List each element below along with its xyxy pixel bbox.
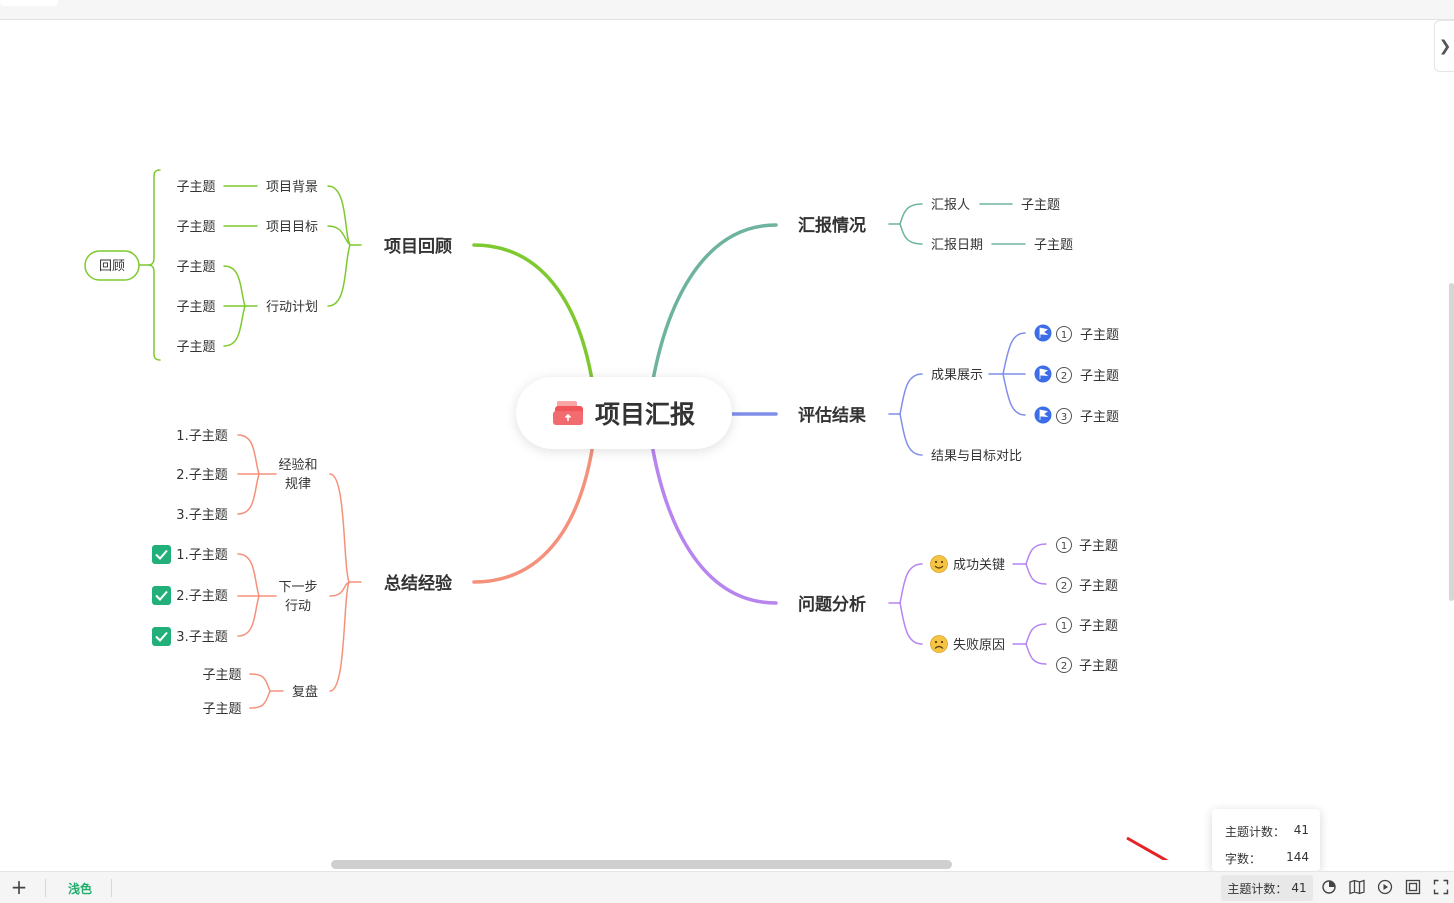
checked-checkbox-icon[interactable] bbox=[152, 586, 171, 605]
divider bbox=[111, 879, 112, 897]
vertical-scrollbar[interactable] bbox=[1449, 283, 1454, 601]
number-1-icon: 1 bbox=[1056, 617, 1072, 633]
word-count-tooltip: 主题计数： 41 字数： 144 bbox=[1212, 809, 1320, 871]
smile-emoji-icon bbox=[930, 555, 948, 573]
lesson-leaf[interactable]: 2.子主题 bbox=[176, 468, 227, 483]
review-leaf[interactable]: 子主题 bbox=[176, 180, 215, 195]
problems-leaf[interactable]: 子主题 bbox=[1079, 619, 1118, 634]
action-leaf[interactable]: 2.子主题 bbox=[176, 589, 227, 604]
branch-line-review bbox=[472, 243, 594, 382]
play-icon[interactable] bbox=[1377, 879, 1393, 895]
evaluation-leaf[interactable]: 子主题 bbox=[1080, 410, 1119, 425]
topic-report[interactable]: 汇报情况 bbox=[798, 215, 866, 236]
svg-text:1: 1 bbox=[1061, 541, 1067, 552]
side-panel-toggle[interactable]: ❯ bbox=[1434, 20, 1454, 72]
number-1-icon: 1 bbox=[1056, 537, 1072, 553]
flag-icon bbox=[1034, 406, 1052, 424]
subtopic-next-step-line1[interactable]: 下一步 bbox=[278, 580, 317, 595]
chevron-right-icon: ❯ bbox=[1438, 37, 1452, 55]
tooltip-topic-label: 主题计数： bbox=[1225, 825, 1286, 839]
red-arrow-annotation bbox=[1126, 836, 1169, 860]
topic-summary[interactable]: 总结经验 bbox=[384, 573, 453, 594]
subtopic-action-plan[interactable]: 行动计划 bbox=[266, 300, 318, 315]
number-2-icon: 2 bbox=[1056, 657, 1072, 673]
evaluation-leaf[interactable]: 子主题 bbox=[1080, 328, 1119, 343]
svg-text:2: 2 bbox=[1061, 371, 1067, 382]
pie-view-icon[interactable] bbox=[1321, 879, 1337, 895]
subtopic-goal-compare[interactable]: 结果与目标对比 bbox=[931, 449, 1022, 464]
topic-problems[interactable]: 问题分析 bbox=[798, 594, 866, 615]
review-leaf[interactable]: 子主题 bbox=[176, 220, 215, 235]
subtopic-project-goal[interactable]: 项目目标 bbox=[266, 220, 318, 235]
sad-emoji-icon bbox=[930, 635, 948, 653]
fit-view-icon[interactable] bbox=[1405, 879, 1421, 895]
svg-text:2: 2 bbox=[1061, 581, 1067, 592]
evaluation-leaf[interactable]: 子主题 bbox=[1080, 369, 1119, 384]
checked-checkbox-icon[interactable] bbox=[152, 627, 171, 646]
theme-tab[interactable]: 浅色 bbox=[68, 880, 92, 897]
fullscreen-icon[interactable] bbox=[1433, 879, 1449, 895]
top-toolbar bbox=[0, 0, 1454, 20]
topic-review[interactable]: 项目回顾 bbox=[384, 237, 452, 257]
tooltip-words-value: 144 bbox=[1286, 850, 1309, 864]
problems-leaf[interactable]: 子主题 bbox=[1079, 659, 1118, 674]
subtopic-next-step-line2[interactable]: 行动 bbox=[285, 599, 311, 614]
problems-leaf[interactable]: 子主题 bbox=[1079, 539, 1118, 554]
report-leaf[interactable]: 子主题 bbox=[1021, 198, 1060, 213]
svg-text:1: 1 bbox=[1061, 330, 1067, 341]
problems-leaf[interactable]: 子主题 bbox=[1079, 579, 1118, 594]
document-tab[interactable] bbox=[0, 0, 58, 6]
folder-icon bbox=[552, 399, 585, 427]
bottom-status-bar: + 浅色 主题计数： 41 bbox=[0, 871, 1454, 903]
svg-text:3: 3 bbox=[1061, 412, 1067, 423]
summary-bubble-label: 回顾 bbox=[99, 259, 125, 274]
flag-icon bbox=[1034, 324, 1052, 342]
subtopic-report-date[interactable]: 汇报日期 bbox=[931, 238, 983, 253]
branch-line-report bbox=[651, 223, 778, 382]
outline-view-icon[interactable] bbox=[1349, 879, 1365, 895]
center-topic-label: 项目汇报 bbox=[594, 400, 695, 429]
subtopic-experience-line2[interactable]: 规律 bbox=[285, 477, 311, 492]
number-2-icon: 2 bbox=[1056, 577, 1072, 593]
branch-line-problems bbox=[651, 448, 778, 605]
divider bbox=[45, 879, 46, 897]
tooltip-topic-value: 41 bbox=[1293, 823, 1309, 837]
horizontal-scrollbar[interactable] bbox=[331, 860, 952, 869]
review-leaf[interactable]: 子主题 bbox=[176, 300, 215, 315]
report-leaf[interactable]: 子主题 bbox=[1034, 238, 1073, 253]
flag-icon bbox=[1034, 365, 1052, 383]
branch-line-summary bbox=[472, 448, 594, 584]
replay-leaf[interactable]: 子主题 bbox=[202, 668, 241, 683]
subtopic-experience-line1[interactable]: 经验和 bbox=[278, 457, 317, 473]
subtopic-achievements[interactable]: 成果展示 bbox=[931, 368, 983, 383]
subtopic-project-background[interactable]: 项目背景 bbox=[266, 180, 318, 195]
svg-text:1: 1 bbox=[1061, 621, 1067, 632]
checked-checkbox-icon[interactable] bbox=[152, 545, 171, 564]
subtopic-replay[interactable]: 复盘 bbox=[292, 684, 318, 700]
center-topic[interactable]: 项目汇报 bbox=[516, 377, 732, 449]
number-1-icon: 1 bbox=[1056, 326, 1072, 342]
subtopic-success-key[interactable]: 成功关键 bbox=[953, 558, 1005, 573]
action-leaf[interactable]: 1.子主题 bbox=[176, 548, 227, 563]
svg-text:2: 2 bbox=[1061, 661, 1067, 672]
lesson-leaf[interactable]: 3.子主题 bbox=[176, 508, 227, 523]
tooltip-words-label: 字数： bbox=[1225, 852, 1262, 866]
subtopic-failure-reason[interactable]: 失败原因 bbox=[953, 638, 1005, 653]
number-2-icon: 2 bbox=[1056, 367, 1072, 383]
review-leaf[interactable]: 子主题 bbox=[176, 340, 215, 355]
action-leaf[interactable]: 3.子主题 bbox=[176, 630, 227, 645]
number-3-icon: 3 bbox=[1056, 408, 1072, 424]
replay-leaf[interactable]: 子主题 bbox=[202, 702, 241, 717]
topic-evaluation[interactable]: 评估结果 bbox=[798, 405, 866, 426]
lesson-leaf[interactable]: 1.子主题 bbox=[176, 429, 227, 444]
topic-count-value: 41 bbox=[1291, 881, 1307, 895]
topic-count-button[interactable]: 主题计数： 41 bbox=[1221, 875, 1313, 901]
subtopic-reporter[interactable]: 汇报人 bbox=[931, 198, 970, 213]
topic-count-label: 主题计数： bbox=[1227, 881, 1288, 896]
add-sheet-button[interactable]: + bbox=[8, 877, 30, 899]
review-leaf[interactable]: 子主题 bbox=[176, 260, 215, 275]
